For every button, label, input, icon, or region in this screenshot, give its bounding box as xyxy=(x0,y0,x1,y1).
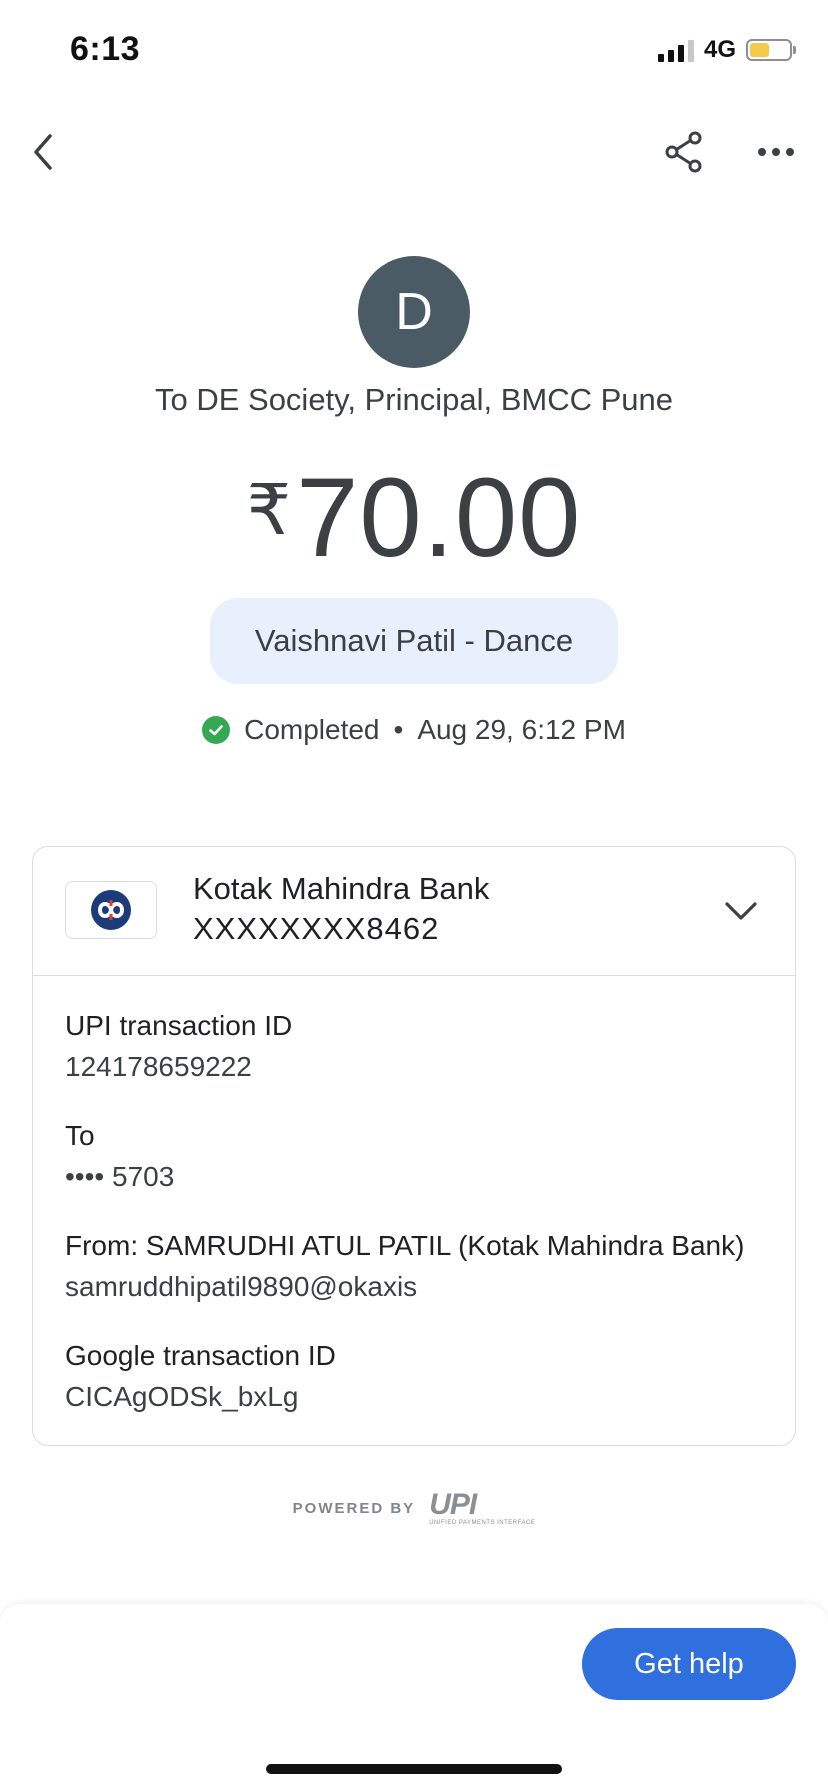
detail-value: samruddhipatil9890@okaxis xyxy=(65,1271,418,1302)
chevron-down-icon xyxy=(725,902,757,920)
detail-label: Google transaction ID xyxy=(65,1340,336,1371)
battery-level xyxy=(750,43,769,57)
kotak-logo-icon xyxy=(91,890,131,930)
signal-icon xyxy=(657,38,694,62)
transaction-details-card: Kotak Mahindra Bank XXXXXXXX8462 UPI tra… xyxy=(32,846,796,1446)
status-separator: • xyxy=(393,714,404,745)
currency-symbol: ₹ xyxy=(246,471,293,549)
recipient-name: To DE Society, Principal, BMCC Pune xyxy=(154,382,673,417)
more-options-button[interactable] xyxy=(744,120,808,184)
detail-upi-transaction-id: UPI transaction ID 124178659222 xyxy=(65,1006,763,1088)
recipient-avatar: D xyxy=(358,256,470,368)
powered-by-upi: POWERED BY UPI UNIFIED PAYMENTS INTERFAC… xyxy=(0,1488,828,1527)
detail-label: To xyxy=(65,1120,95,1151)
share-icon xyxy=(665,131,702,173)
payment-status: Completed • Aug 29, 6:12 PM xyxy=(0,714,828,746)
app-bar xyxy=(0,110,828,194)
check-circle-icon xyxy=(202,716,231,744)
home-indicator[interactable] xyxy=(266,1764,562,1774)
network-type: 4G xyxy=(703,36,736,63)
payment-amount: ₹70.00 xyxy=(0,450,828,578)
detail-value: •••• 5703 xyxy=(65,1161,175,1192)
detail-value[interactable]: CICAgODSk_bxLg xyxy=(65,1376,763,1418)
share-button[interactable] xyxy=(652,120,716,184)
battery-icon xyxy=(746,39,796,61)
status-indicators: 4G xyxy=(657,36,796,64)
detail-label: UPI transaction ID xyxy=(65,1010,293,1041)
bank-account-row[interactable]: Kotak Mahindra Bank XXXXXXXX8462 xyxy=(33,847,795,976)
status-datetime: Aug 29, 6:12 PM xyxy=(417,714,626,745)
payment-note: Vaishnavi Patil - Dance xyxy=(210,598,618,684)
upi-mark: UPI xyxy=(429,1488,477,1521)
detail-value[interactable]: 124178659222 xyxy=(65,1046,763,1088)
expand-toggle[interactable] xyxy=(717,887,765,935)
upi-subtitle: UNIFIED PAYMENTS INTERFACE xyxy=(429,1520,536,1526)
upi-logo: UPI UNIFIED PAYMENTS INTERFACE xyxy=(429,1488,536,1527)
status-text: Completed xyxy=(244,714,380,745)
amount-value: 70.00 xyxy=(296,455,582,580)
transaction-details-screen: 6:13 4G D To DE Society, Principal, BMCC… xyxy=(0,0,828,1792)
detail-google-transaction-id: Google transaction ID CICAgODSk_bxLg xyxy=(65,1336,763,1418)
status-time: 6:13 xyxy=(70,30,141,68)
powered-by-text: POWERED BY xyxy=(292,1499,416,1517)
bank-account-number: XXXXXXXX8462 xyxy=(193,911,440,946)
more-horizontal-icon xyxy=(758,148,794,156)
detail-label: From: SAMRUDHI ATUL PATIL (Kotak Mahindr… xyxy=(65,1230,745,1261)
get-help-button[interactable]: Get help xyxy=(582,1628,796,1700)
bank-name: Kotak Mahindra Bank xyxy=(193,871,490,906)
detail-list: UPI transaction ID 124178659222 To •••• … xyxy=(33,976,795,1418)
bank-logo xyxy=(65,881,157,939)
status-bar: 6:13 4G xyxy=(0,0,828,100)
detail-to-account: To •••• 5703 xyxy=(65,1116,763,1198)
back-button[interactable] xyxy=(12,120,76,184)
detail-from-account: From: SAMRUDHI ATUL PATIL (Kotak Mahindr… xyxy=(65,1226,763,1308)
chevron-left-icon xyxy=(34,134,52,170)
